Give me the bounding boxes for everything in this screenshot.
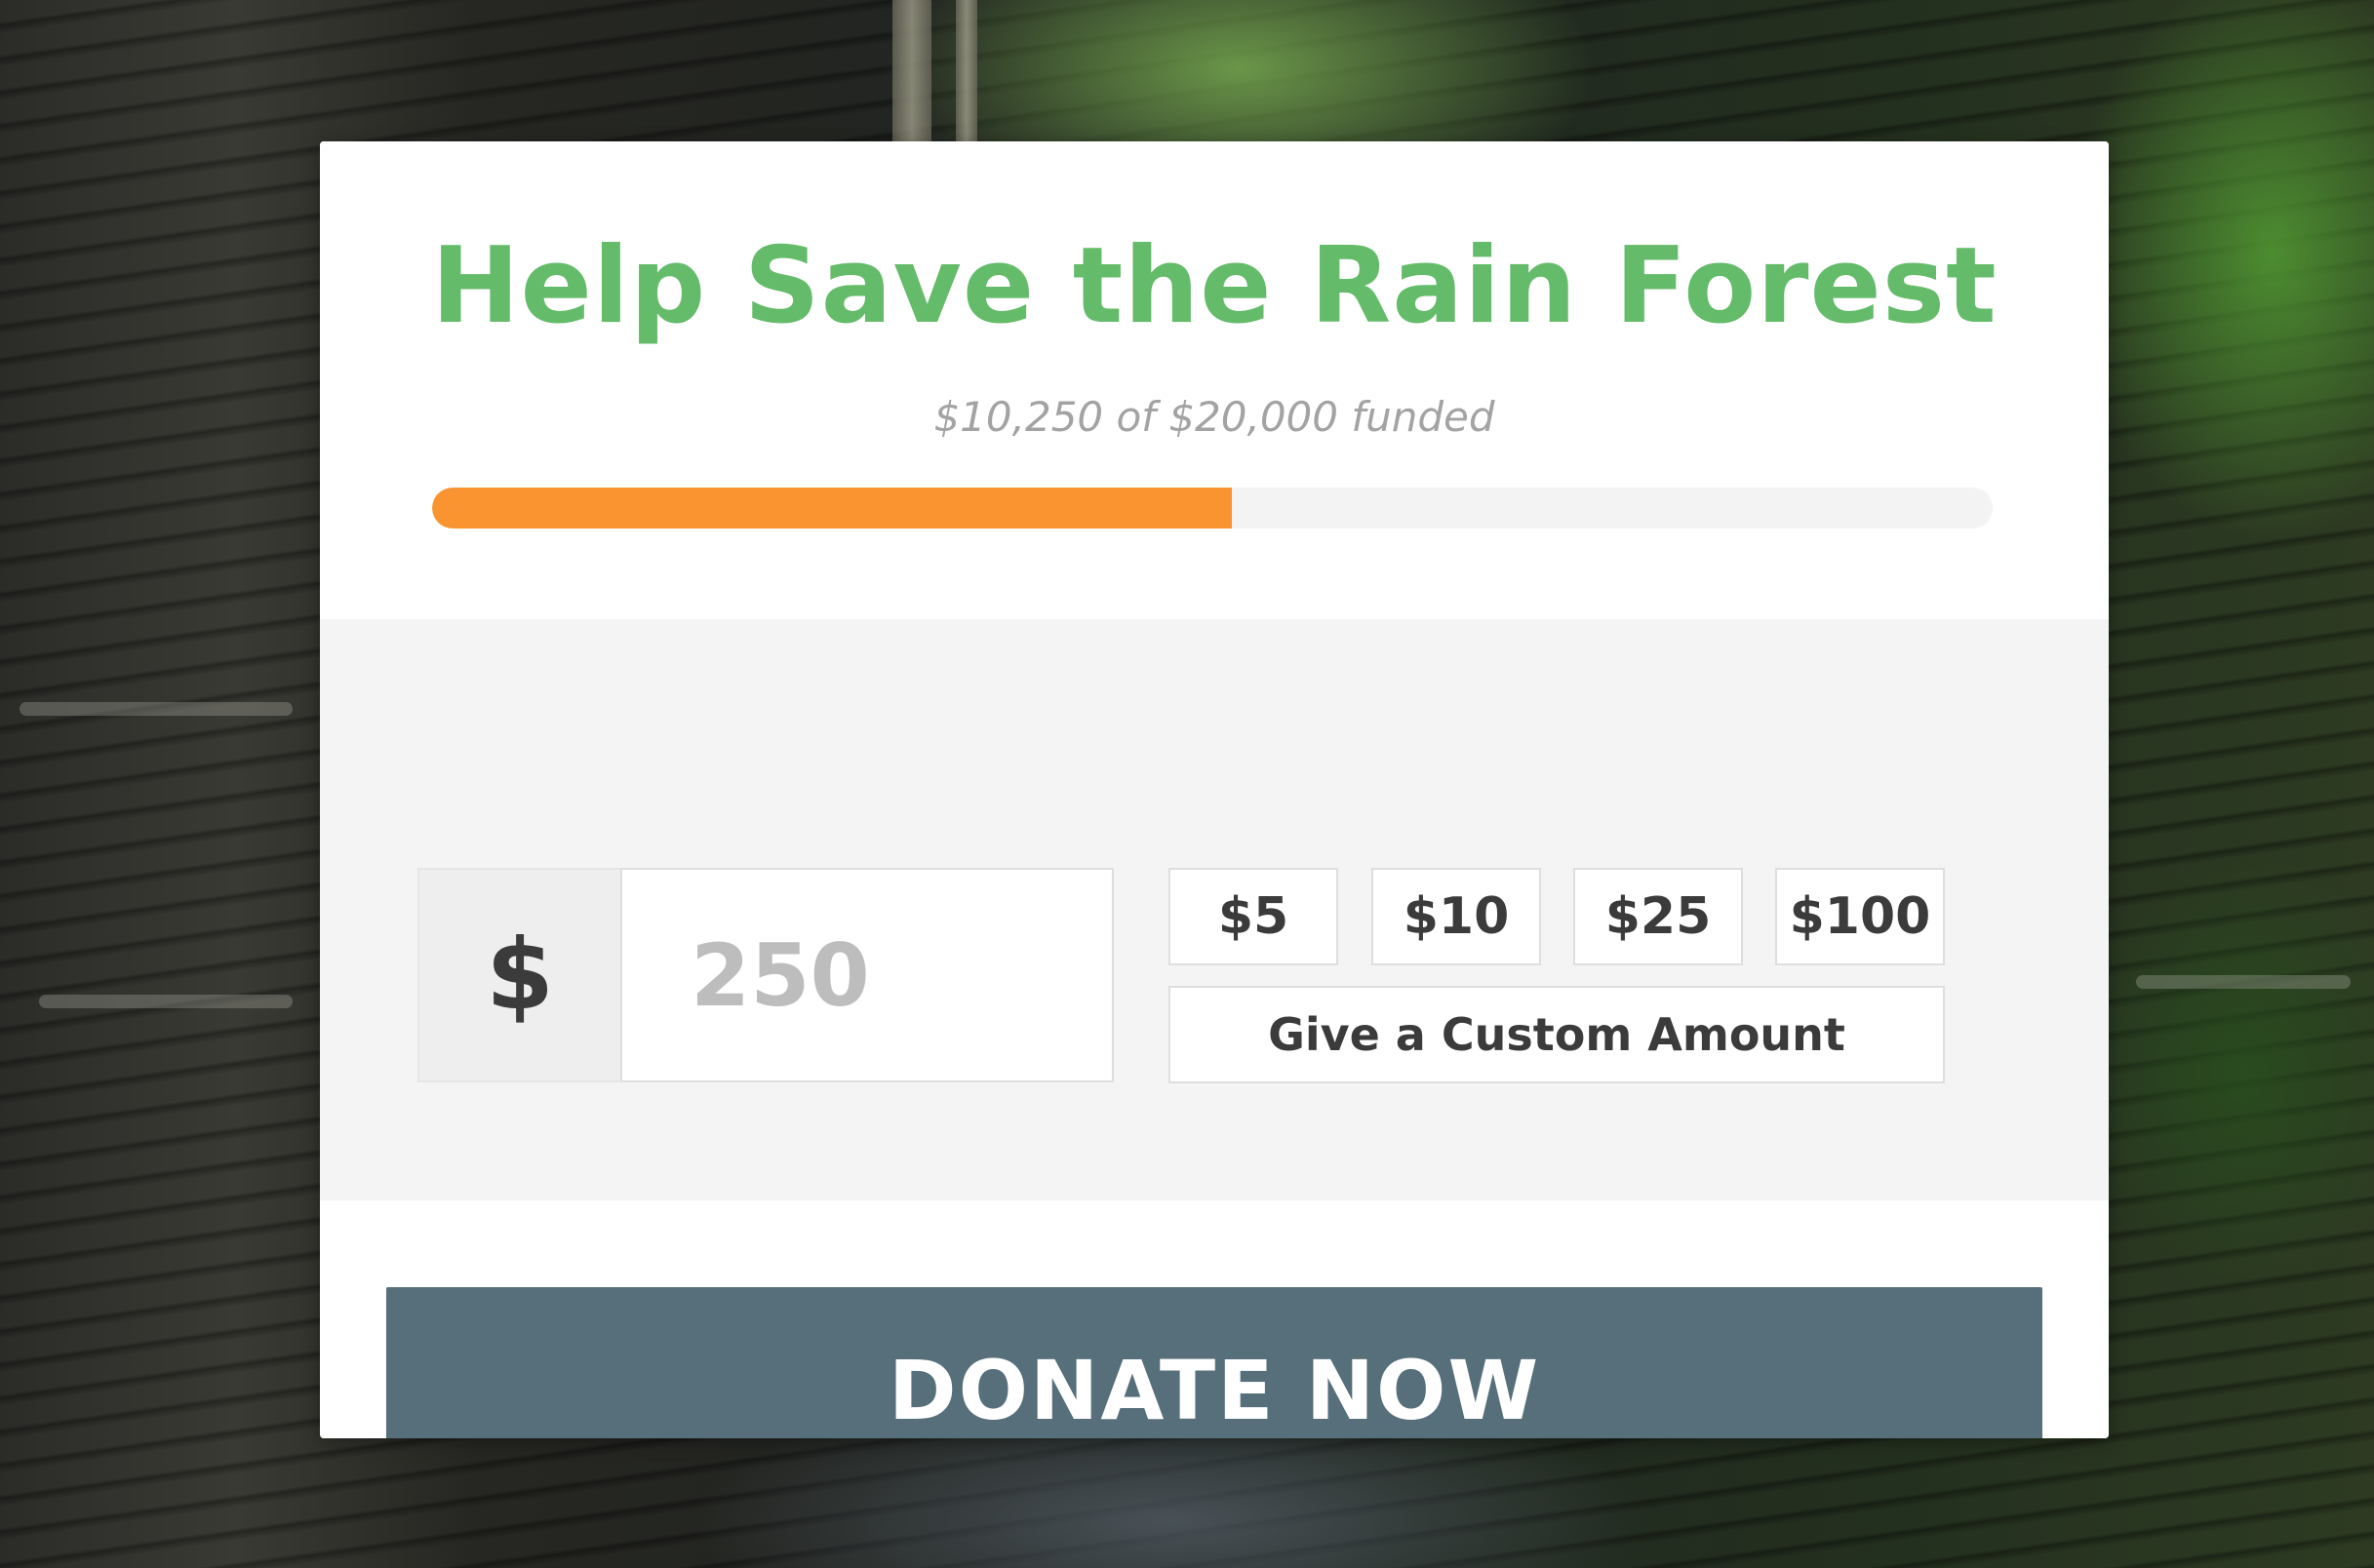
funding-progress-bar	[432, 488, 1993, 529]
campaign-header: Help Save the Rain Forest $10,250 of $20…	[320, 141, 2109, 619]
preset-25-button[interactable]: $25	[1573, 868, 1743, 965]
campaign-title: Help Save the Rain Forest	[431, 225, 1998, 347]
funding-progress-fill	[432, 488, 1232, 529]
rock-ledge	[20, 702, 293, 716]
funded-status: $10,250 of $20,000 funded	[933, 393, 1495, 441]
rock-ledge	[39, 995, 293, 1008]
rock-ledge	[2136, 975, 2351, 989]
amount-section: $ $5 $10 $25 $100 Give a Custom Amount	[320, 619, 2109, 1200]
preset-100-button[interactable]: $100	[1775, 868, 1945, 965]
donate-now-button[interactable]: DONATE NOW	[386, 1287, 2042, 1438]
tree-trunk	[956, 0, 977, 146]
tree-trunk	[892, 0, 931, 146]
preset-5-button[interactable]: $5	[1168, 868, 1338, 965]
preset-10-button[interactable]: $10	[1371, 868, 1541, 965]
custom-amount-button[interactable]: Give a Custom Amount	[1168, 986, 1945, 1083]
cta-section: DONATE NOW	[320, 1200, 2109, 1438]
currency-symbol: $	[417, 868, 622, 1082]
donation-card: Help Save the Rain Forest $10,250 of $20…	[320, 141, 2109, 1438]
donation-amount-input[interactable]	[620, 868, 1114, 1082]
